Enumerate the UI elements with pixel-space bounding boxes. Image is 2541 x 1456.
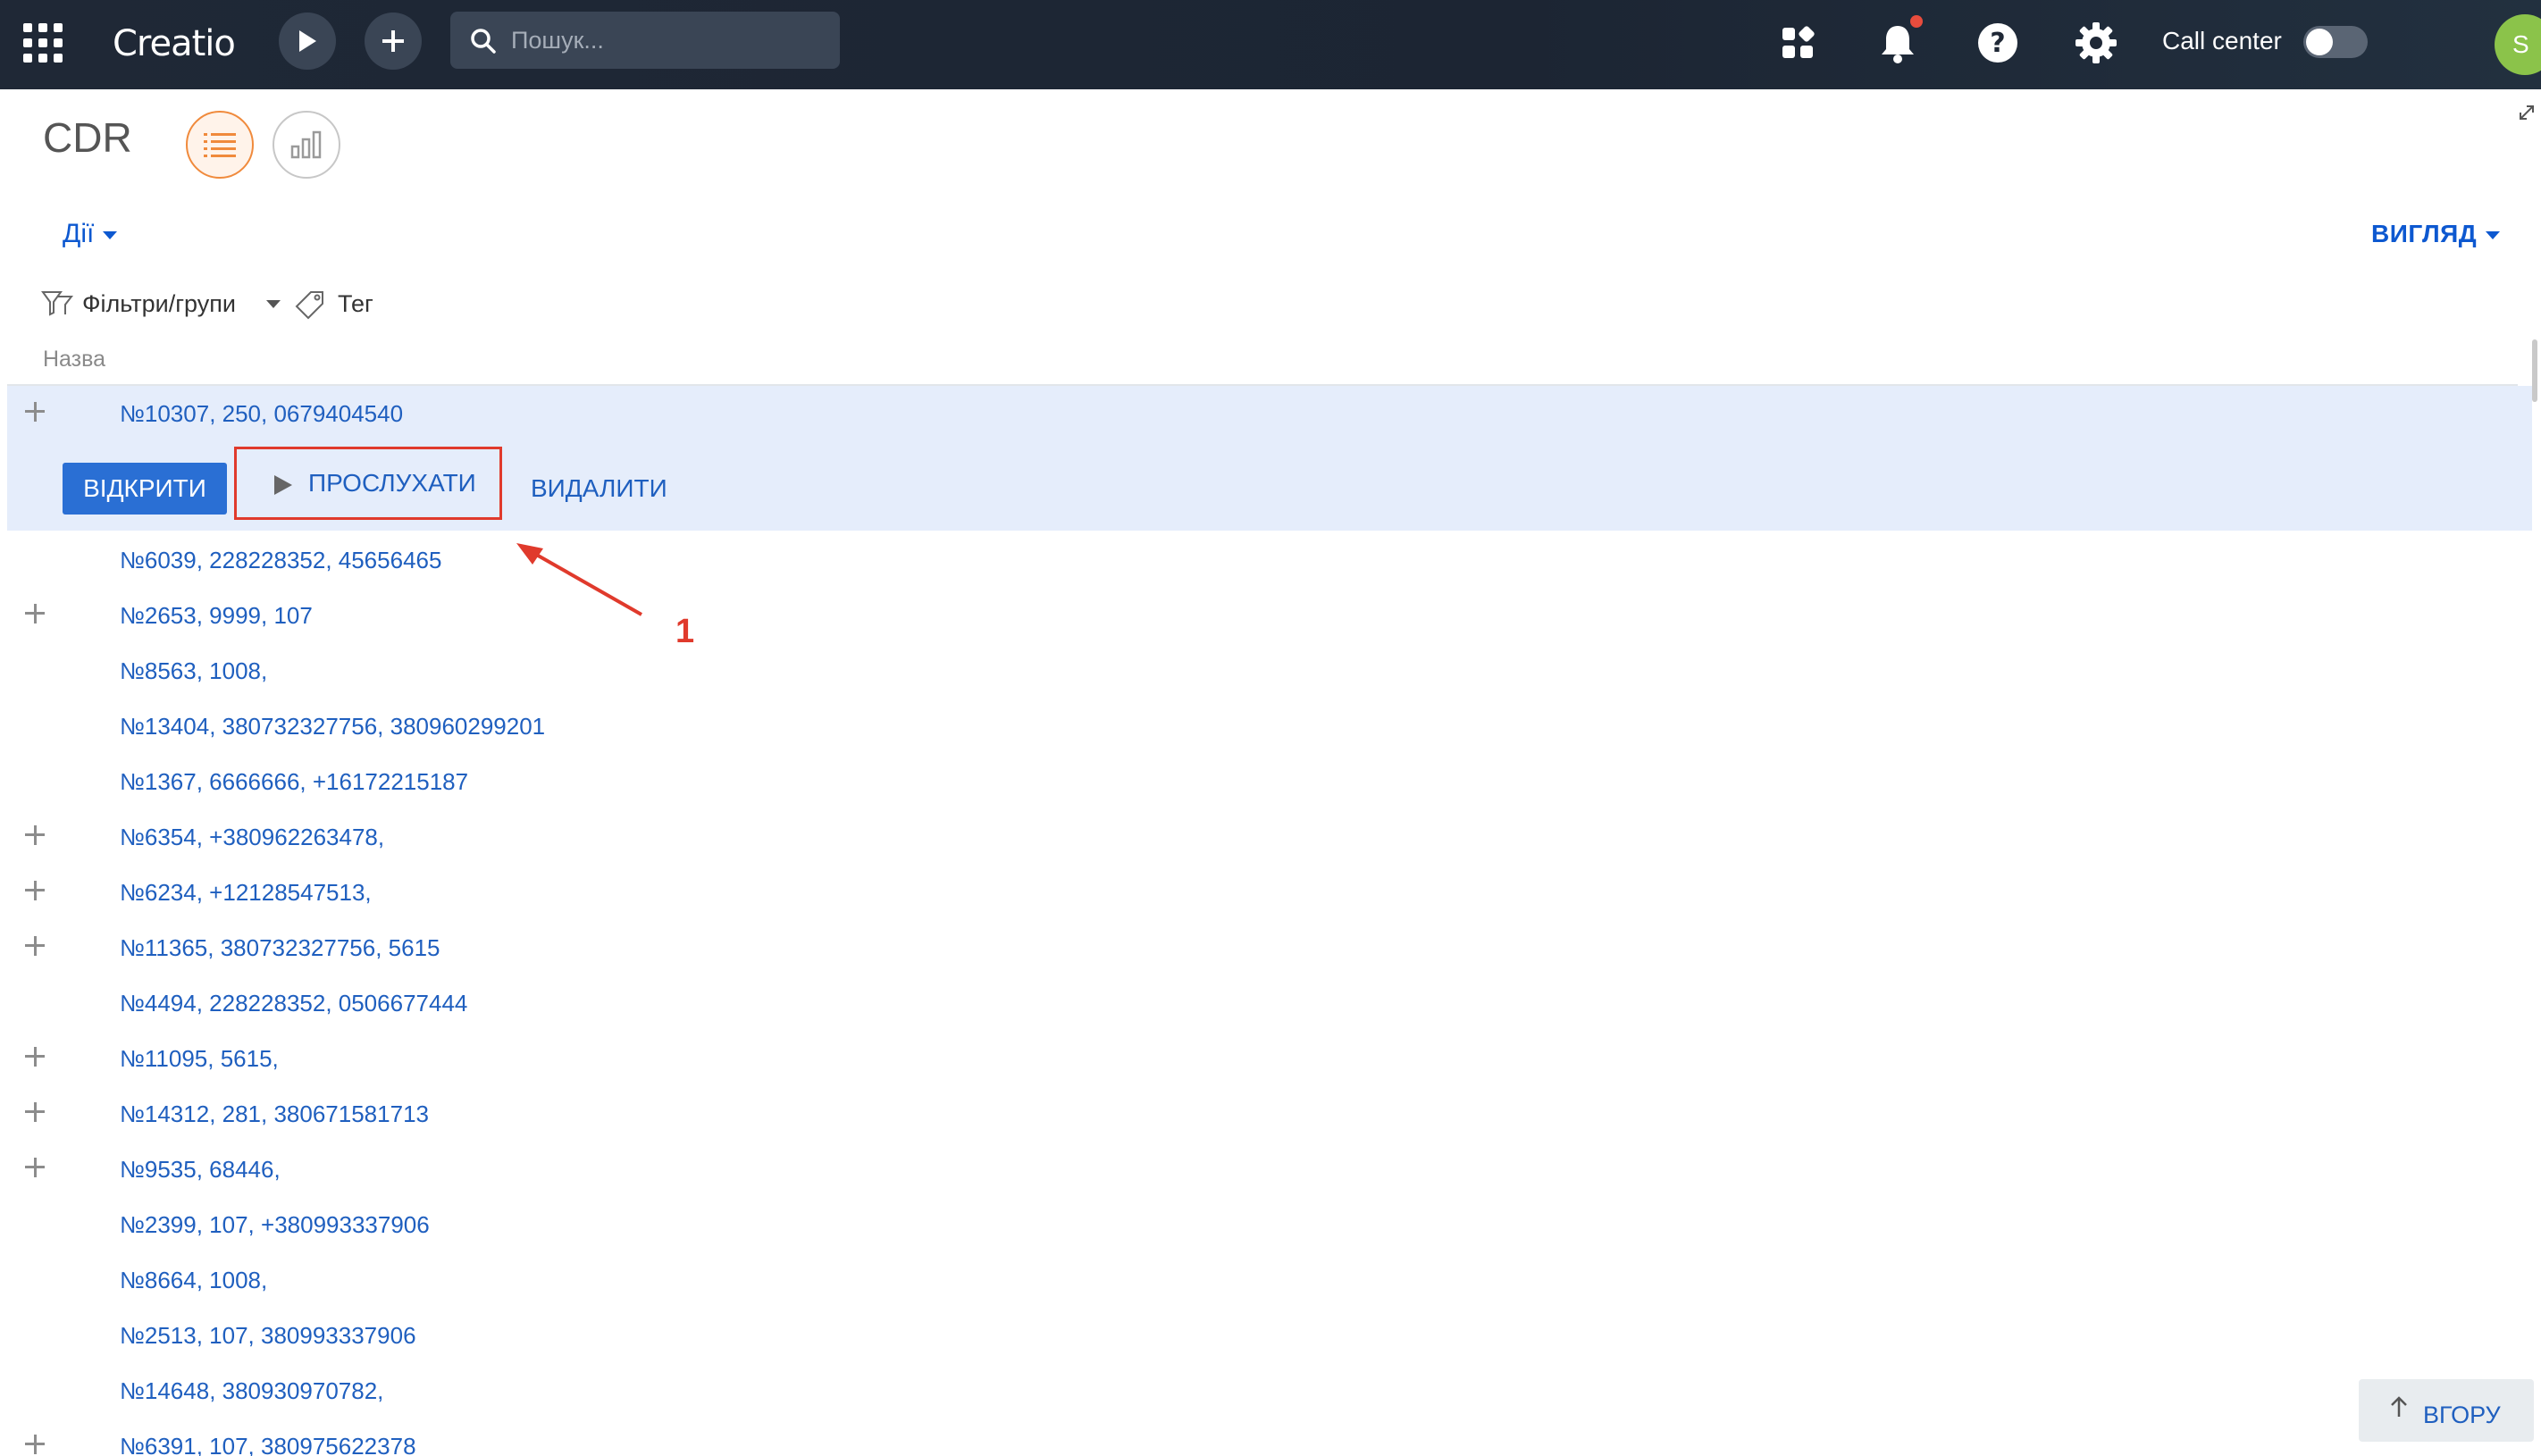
expand-row-icon[interactable] [21, 1431, 48, 1456]
table-row[interactable]: №6354, +380962263478, [7, 809, 2518, 865]
row-title[interactable]: №8563, 1008, [120, 643, 267, 699]
actions-label: Дії [63, 219, 95, 248]
table-row[interactable]: №2513, 107, 380993337906 [7, 1308, 2518, 1363]
actions-menu[interactable]: Дії [63, 216, 118, 252]
scroll-to-top-label: ВГОРУ [2423, 1402, 2501, 1428]
table-row[interactable]: №11365, 380732327756, 5615 [7, 920, 2518, 975]
expand-row-icon[interactable] [21, 398, 48, 425]
table-row[interactable]: №8563, 1008, [7, 643, 2518, 699]
row-title[interactable]: №14648, 380930970782, [120, 1363, 383, 1418]
table-row[interactable]: №4494, 228228352, 0506677444 [7, 975, 2518, 1031]
creatio-logo[interactable]: Creatio [113, 21, 236, 66]
filters-label: Фільтри/групи [82, 290, 236, 317]
row-title[interactable]: №4494, 228228352, 0506677444 [120, 975, 467, 1031]
expand-row-icon[interactable] [21, 1043, 48, 1070]
help-icon: ? [1978, 23, 2017, 63]
play-icon [299, 30, 316, 52]
tag-label: Тег [338, 290, 373, 317]
expand-row-icon[interactable] [21, 1154, 48, 1181]
apps-button[interactable] [1773, 18, 1823, 68]
settings-button[interactable] [2071, 18, 2121, 68]
view-label: ВИГЛЯД [2371, 220, 2478, 247]
table-row[interactable]: №2399, 107, +380993337906 [7, 1197, 2518, 1252]
arrow-up-icon [2391, 1396, 2407, 1417]
table-row[interactable]: №14312, 281, 380671581713 [7, 1086, 2518, 1142]
scroll-to-top-button[interactable]: ВГОРУ [2359, 1379, 2534, 1442]
column-header-name[interactable]: Назва [43, 343, 105, 375]
expand-row-icon[interactable] [21, 877, 48, 904]
vertical-scrollbar[interactable] [2532, 339, 2537, 402]
svg-text:?: ? [1990, 28, 2005, 59]
notification-badge [1910, 15, 1923, 28]
row-title[interactable]: №6234, +12128547513, [120, 865, 372, 920]
table-row[interactable]: №6234, +12128547513, [7, 865, 2518, 920]
filter-icon [41, 291, 73, 316]
row-title[interactable]: №1367, 6666666, +16172215187 [120, 754, 468, 809]
row-title[interactable]: №2653, 9999, 107 [120, 588, 313, 643]
table-row[interactable]: №6039, 228228352, 45656465 [7, 532, 2518, 588]
expand-row-icon[interactable] [21, 1099, 48, 1125]
expand-row-icon[interactable] [21, 600, 48, 627]
listen-button[interactable]: ПРОСЛУХАТИ [234, 447, 502, 520]
table-row[interactable]: №14648, 380930970782, [7, 1363, 2518, 1418]
call-center-label: Call center [2162, 27, 2282, 54]
expand-row-icon[interactable] [21, 933, 48, 959]
search-icon [471, 29, 496, 54]
table-row[interactable]: №9535, 68446, [7, 1142, 2518, 1197]
call-center-toggle[interactable] [2303, 26, 2368, 58]
table-row[interactable]: №2653, 9999, 107 [7, 588, 2518, 643]
row-title[interactable]: №8664, 1008, [120, 1252, 267, 1308]
top-bar: Creatio Пошук... ? Call center S [0, 0, 2541, 89]
bar-chart-icon [290, 130, 322, 159]
user-avatar[interactable]: S [2495, 14, 2541, 75]
row-title[interactable]: №14312, 281, 380671581713 [120, 1086, 429, 1142]
list-view-button[interactable] [186, 111, 254, 179]
row-title[interactable]: №11365, 380732327756, 5615 [120, 920, 440, 975]
run-process-button[interactable] [279, 13, 336, 70]
bell-icon [1882, 26, 1914, 63]
chevron-down-icon [2486, 231, 2501, 240]
page-title: CDR [43, 114, 132, 161]
plus-icon [382, 30, 404, 52]
expand-row-icon[interactable] [21, 822, 48, 849]
table-row[interactable]: №1367, 6666666, +16172215187 [7, 754, 2518, 809]
play-icon [274, 475, 292, 495]
apps-icon [1782, 26, 1815, 58]
row-title[interactable]: №2399, 107, +380993337906 [120, 1197, 430, 1252]
listen-label: ПРОСЛУХАТИ [308, 469, 476, 497]
analytics-view-button[interactable] [273, 111, 340, 179]
table-row[interactable]: №8664, 1008, [7, 1252, 2518, 1308]
table-row-selected[interactable]: №10307, 250, 0679404540 [7, 386, 2518, 441]
row-title[interactable]: №13404, 380732327756, 380960299201 [120, 699, 545, 754]
open-button[interactable]: ВІДКРИТИ [63, 463, 227, 515]
row-title[interactable]: №2513, 107, 380993337906 [120, 1308, 416, 1363]
chevron-down-icon [266, 300, 281, 308]
expand-icon[interactable] [2518, 104, 2536, 126]
row-title[interactable]: №6039, 228228352, 45656465 [120, 532, 441, 588]
add-button[interactable] [365, 13, 422, 70]
row-title[interactable]: №10307, 250, 0679404540 [120, 386, 403, 441]
table-row[interactable]: №13404, 380732327756, 380960299201 [7, 699, 2518, 754]
row-title[interactable]: №11095, 5615, [120, 1031, 279, 1086]
row-title[interactable]: №6354, +380962263478, [120, 809, 384, 865]
search-field[interactable]: Пошук... [450, 12, 840, 69]
table-row[interactable]: №11095, 5615, [7, 1031, 2518, 1086]
tag-icon [295, 291, 323, 320]
view-menu[interactable]: ВИГЛЯД [2371, 216, 2501, 252]
table-row[interactable]: №6391, 107, 380975622378 [7, 1418, 2518, 1456]
row-title[interactable]: №9535, 68446, [120, 1142, 281, 1197]
search-placeholder: Пошук... [511, 27, 604, 54]
row-title[interactable]: №6391, 107, 380975622378 [120, 1418, 416, 1456]
help-button[interactable]: ? [1973, 18, 2023, 68]
delete-button[interactable]: ВИДАЛИТИ [531, 463, 667, 515]
app-menu-icon[interactable] [23, 23, 63, 63]
list-icon [204, 133, 236, 157]
chevron-down-icon [103, 230, 118, 239]
gear-icon [2076, 22, 2117, 63]
